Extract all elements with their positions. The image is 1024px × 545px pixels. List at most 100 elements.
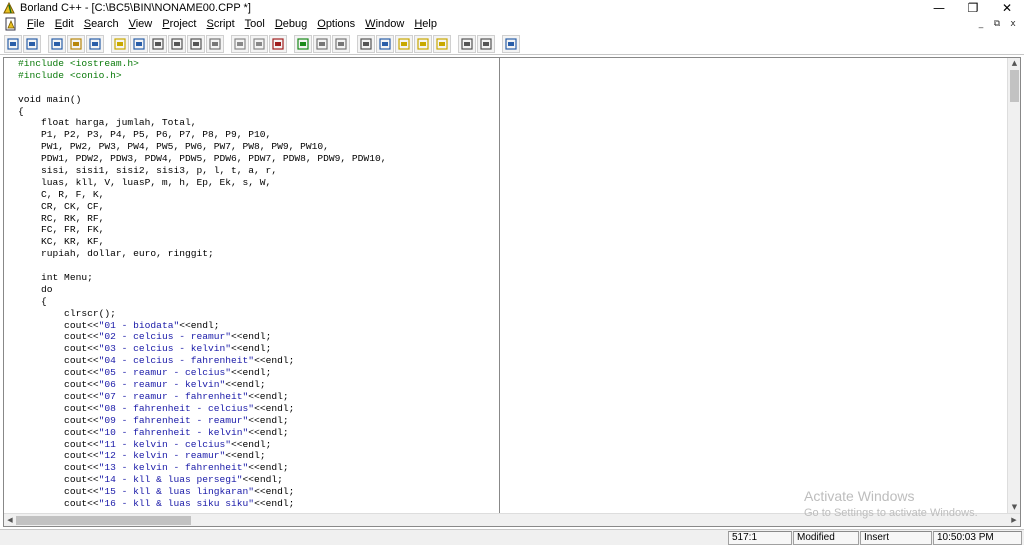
menu-script[interactable]: Script [202,16,240,32]
add-watch-button[interactable] [269,34,287,53]
menu-options[interactable]: Options [312,16,360,32]
find-next-button[interactable] [395,34,413,53]
code-token: <<endl; [231,438,272,450]
menu-label: cript [213,18,235,30]
paste-button[interactable] [357,34,375,53]
document-icon[interactable] [4,17,18,31]
view-list-button[interactable] [477,34,495,53]
vertical-scroll-thumb[interactable] [1010,70,1019,102]
view-window-button[interactable] [458,34,476,53]
new-file-button[interactable] [48,34,66,53]
vertical-scrollbar[interactable]: ▲ ▼ [1007,58,1020,513]
code-line: #include <conio.h> [18,70,386,82]
code-token: cout<< [18,462,99,474]
string-literal: "09 - fahrenheit - reamur" [98,414,249,426]
menu-edit[interactable]: Edit [50,16,79,32]
help-button[interactable] [502,34,520,53]
scroll-up-icon[interactable]: ▲ [1008,58,1021,69]
code-token: luas, kll, V, luasP, m, h, Ep, Ek, s, W, [18,176,272,188]
save-file-button[interactable] [86,34,104,53]
code-line: P1, P2, P3, P4, P5, P6, P7, P8, P9, P10, [18,129,386,141]
horizontal-scroll-thumb[interactable] [16,516,191,525]
string-literal: "05 - reamur - celcius" [98,367,232,379]
scroll-left-icon[interactable]: ◀ [4,514,16,527]
code-token: cout<< [18,486,99,498]
menu-file[interactable]: File [22,16,50,32]
code-token: sisi, sisi1, sisi2, sisi3, p, l, t, a, r… [18,165,278,177]
replace-button[interactable] [414,34,432,53]
secondary-pane[interactable] [501,58,1009,513]
code-line: cout<<"06 - reamur - kelvin"<<endl; [18,379,386,391]
trace-into-button[interactable] [187,34,205,53]
code-token: RC, RK, RF, [18,212,105,224]
make-button[interactable] [130,34,148,53]
code-token: { [18,105,24,117]
code-line: cout<<"05 - reamur - celcius"<<endl; [18,367,386,379]
paste-icon [360,37,372,50]
restore-button[interactable]: ❐ [956,0,990,16]
code-token: cout<< [18,390,99,402]
code-token: { [18,295,47,307]
back-button[interactable] [294,34,312,53]
minimize-button[interactable]: — [922,0,956,16]
menu-label: ebug [282,18,308,30]
code-token: cout<< [18,402,99,414]
open-file-button[interactable] [67,34,85,53]
cut-button[interactable] [313,34,331,53]
code-token: P1, P2, P3, P4, P5, P6, P7, P8, P9, P10, [18,129,272,141]
compile-button[interactable] [111,34,129,53]
find-icon [379,37,391,50]
doc-restore-button[interactable]: ⧉ [990,18,1004,30]
menu-items: File Edit Search View Project Script Tool Debug… [22,16,442,32]
code-line: cout<<"15 - kll & luas lingkaran"<<endl; [18,486,386,498]
code-line: C, R, F, K, [18,189,386,201]
stop-button[interactable] [231,34,249,53]
menu-tool[interactable]: Tool [240,16,270,32]
borland-app-icon[interactable] [2,1,16,15]
menu-label: earch [91,18,119,30]
code-line: do [18,284,386,296]
menu-help[interactable]: Help [409,16,442,32]
open-project-button[interactable] [4,34,22,53]
find-button[interactable] [376,34,394,53]
code-token: <<endl; [248,414,289,426]
menu-accelerator: V [128,18,136,30]
code-token: do [18,283,53,295]
save-project-button[interactable] [23,34,41,53]
string-literal: "11 - kelvin - celcius" [98,438,232,450]
scroll-down-icon[interactable]: ▼ [1008,502,1021,513]
window-controls: — ❐ ✕ [922,0,1024,16]
close-button[interactable]: ✕ [990,0,1024,16]
menu-search[interactable]: Search [79,16,124,32]
menu-window[interactable]: Window [360,16,409,32]
code-token: cout<< [18,497,99,509]
doc-minimize-button[interactable]: _ [974,18,988,30]
copy-button[interactable] [332,34,350,53]
code-text[interactable]: #include <iostream.h> #include <conio.h> v… [18,58,386,510]
add-watch-icon [272,37,284,50]
toggle-breakpoint-button[interactable] [206,34,224,53]
code-token: cout<< [18,355,99,367]
code-token: <<endl; [254,497,295,509]
view-window-icon [461,37,473,50]
doc-close-button[interactable]: x [1006,18,1020,30]
code-token: <<endl; [225,379,266,391]
code-token: cout<< [18,367,99,379]
menu-label: ool [250,18,265,30]
menu-view[interactable]: View [124,16,158,32]
string-literal: "01 - biodata" [98,319,180,331]
string-literal: "04 - celcius - fahrenheit" [98,355,255,367]
search-again-button[interactable] [433,34,451,53]
step-over-button[interactable] [168,34,186,53]
code-editor-pane[interactable]: #include <iostream.h> #include <conio.h> v… [4,58,500,513]
code-line: int Menu; [18,272,386,284]
stop-icon [234,37,246,50]
menu-project[interactable]: Project [157,16,201,32]
help-icon [505,37,517,50]
scroll-right-icon[interactable]: ▶ [1008,514,1020,527]
code-token: cout<< [18,450,99,462]
menu-debug[interactable]: Debug [270,16,312,32]
pause-button[interactable] [250,34,268,53]
run-button[interactable] [149,34,167,53]
